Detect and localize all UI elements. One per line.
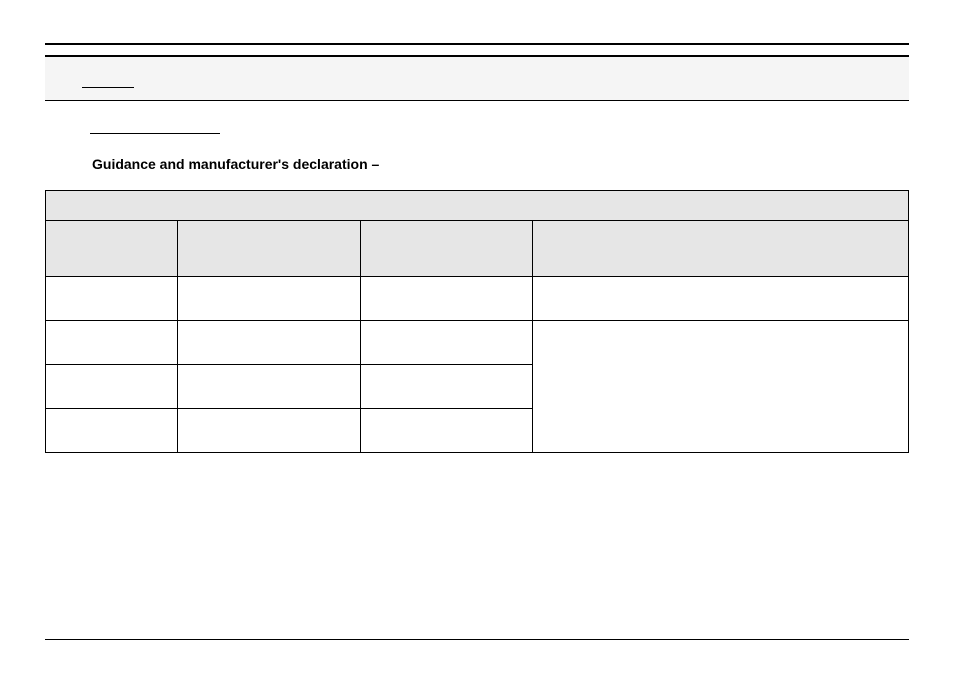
table-cell	[361, 277, 533, 321]
band-underline-mark	[82, 87, 134, 88]
header-band	[45, 55, 909, 101]
table-cell	[178, 409, 361, 453]
table-row	[46, 321, 909, 365]
table-banner-cell	[46, 191, 909, 221]
table-cell	[178, 365, 361, 409]
table-cell	[361, 321, 533, 365]
table-cell-merged	[533, 321, 909, 453]
table-header-cell	[533, 221, 909, 277]
table-header-cell	[178, 221, 361, 277]
section-underline	[90, 133, 220, 134]
table-row	[46, 277, 909, 321]
table-cell	[533, 277, 909, 321]
declaration-heading: Guidance and manufacturer's declaration …	[92, 156, 909, 172]
table-cell	[178, 277, 361, 321]
table-cell	[178, 321, 361, 365]
table-cell	[46, 409, 178, 453]
table-cell	[361, 365, 533, 409]
table-cell	[46, 321, 178, 365]
table-header-cell	[46, 221, 178, 277]
table-header-row	[46, 221, 909, 277]
table-cell	[361, 409, 533, 453]
declaration-table	[45, 190, 909, 453]
top-horizontal-rule	[45, 43, 909, 45]
table-header-cell	[361, 221, 533, 277]
table-banner-row	[46, 191, 909, 221]
table-cell	[46, 277, 178, 321]
bottom-horizontal-rule	[45, 639, 909, 640]
table-cell	[46, 365, 178, 409]
